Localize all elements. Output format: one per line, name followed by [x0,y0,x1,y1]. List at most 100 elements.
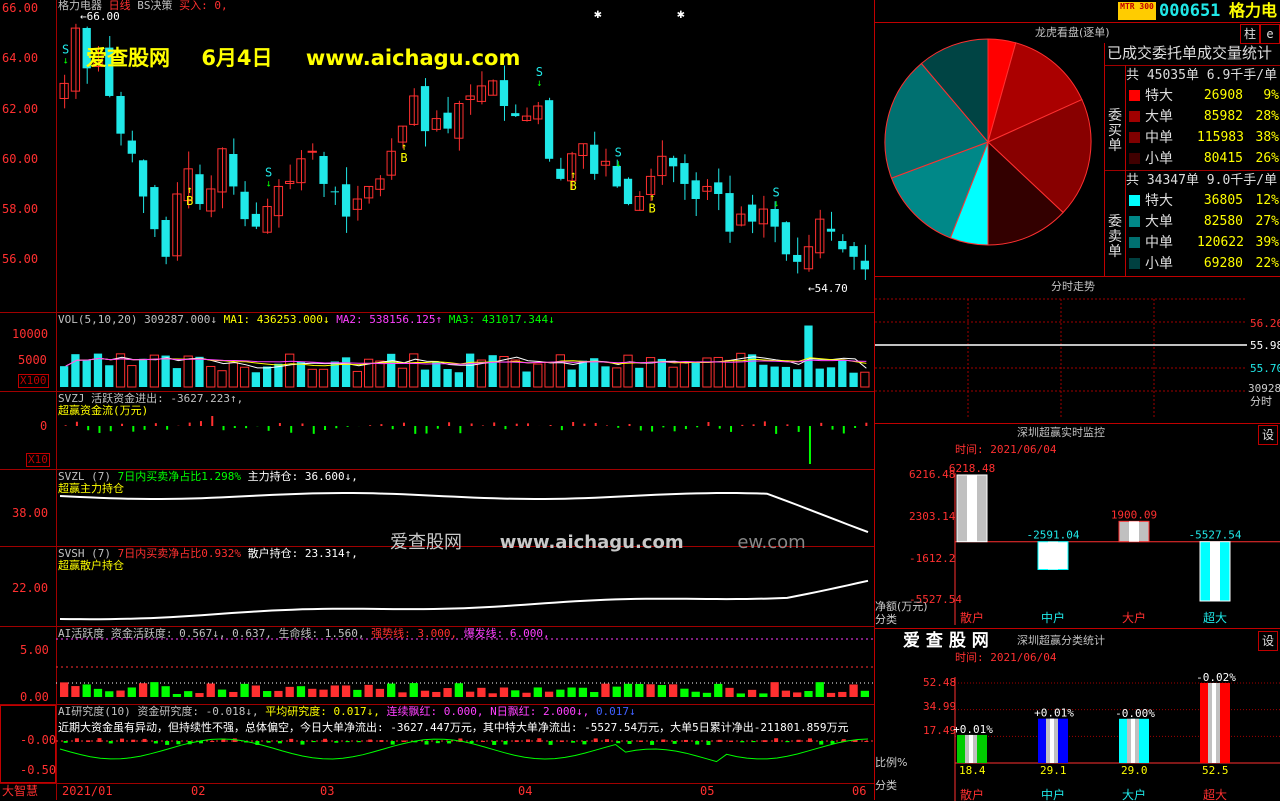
order-volume: 69280 [1197,256,1243,272]
candle-body [128,141,136,154]
order-percent: 38% [1245,130,1279,146]
main-holding-line [60,493,868,532]
flow-bar [685,426,687,429]
ai-activity-panel[interactable]: AI活跃度 资金活跃度: 0.567↓, 0.637, 生命线: 1.560, … [0,627,874,704]
sell-signal-icon: S [536,65,543,79]
research-bar [391,741,395,745]
volume-bar [443,369,451,387]
research-bar [785,741,789,742]
stats-settings-button[interactable]: 设 [1258,631,1278,651]
monitor-settings-button[interactable]: 设 [1258,425,1278,445]
vol-unit[interactable]: X100 [18,374,49,388]
activity-bar [849,684,857,697]
flow-bar [211,416,213,426]
research-bar [763,740,767,742]
order-row: 小单6928022% [1127,254,1279,274]
svzj-panel[interactable]: SVZJ 活跃资金进出: -3627.223↑, 超赢资金流(万元) 0 X10 [0,392,874,469]
order-type: 中单 [1145,130,1173,146]
candle-body [229,154,237,186]
research-bar [526,739,530,742]
date-label: 06 [852,785,866,797]
candle-body [319,156,327,184]
activity-bar [319,690,327,697]
research-bar [176,741,180,744]
flow-bar [561,426,563,430]
research-bar [346,741,350,742]
stock-title-bar: MTR 300 000651 格力电 [875,0,1280,23]
candle-body [804,247,812,269]
activity-bar [252,686,260,697]
intraday-panel[interactable]: 分时走势 56.26 55.98 55.70 30928 分时 [875,276,1280,424]
watermark-banner: 爱查股网 6月4日 www.aichagu.com [86,42,520,72]
activity-bar [782,691,790,697]
legend-swatch [1129,216,1140,227]
order-type: 中单 [1145,235,1173,251]
activity-bar [432,692,440,697]
research-bar [436,741,440,743]
activity-bar [827,693,835,697]
kline-panel[interactable]: 格力电器 日线 BS决策 买入: 0, 66.0064.0062.0060.00… [0,0,874,312]
candle-body [703,186,711,191]
research-bar [154,741,158,743]
svsh-panel[interactable]: SVSH (7) 7日内买卖净占比0.932% 散户持仓: 23.314↑, 超… [0,547,874,626]
research-bar [864,741,868,742]
flow-bar [369,425,371,426]
svsh-chart [56,547,876,626]
ai-axis-label: 0.00 [20,691,49,703]
volume-bar [579,361,587,387]
intraday-price-label: 55.70 [1250,363,1280,375]
activity-bar [545,692,553,697]
volume-bar [511,360,519,387]
candle-body [139,160,147,196]
legend-swatch [1129,195,1140,206]
stats-bar-value: 29.0 [1121,764,1148,777]
flow-bar [617,426,619,428]
flow-bar [189,423,191,426]
order-table: 已成交委托单成交量统计 共 45035单 6.9千手/单 委买单 特大26908… [1104,43,1280,276]
flow-bar [493,422,495,426]
monitor-category: 中户 [1041,610,1065,625]
stats-category: 中户 [1041,787,1065,801]
stats-category: 大户 [1122,787,1146,801]
sell-arrow-icon: ↓ [773,199,779,210]
ai-research-chart [56,705,876,783]
flow-bar [380,424,382,426]
sell-signal-icon: S [615,145,622,159]
activity-bar [861,691,869,697]
research-bar [278,741,282,743]
flow-bar [651,426,653,432]
candle-body [714,182,722,194]
min-price-value: 54.70 [815,282,848,295]
research-bar [289,739,293,742]
stats-bar-highlight [969,735,973,763]
flow-bar [324,426,326,430]
order-volume: 120622 [1197,235,1243,251]
research-bar [650,741,654,745]
buy-total: 共 45035单 6.9千手/单 [1126,68,1277,83]
order-row: 特大3680512% [1127,191,1279,211]
ai-research-panel[interactable]: AI研究度(10) 资金研究度: -0.018↓, 平均研究度: 0.017↓,… [0,705,874,783]
volume-bar [410,354,418,387]
candle-body [782,222,790,254]
volume-bar [658,359,666,387]
intraday-price-label: 56.26 [1250,318,1280,330]
order-pie-panel: 龙虎看盘(逐单) 已成交委托单成交量统计 共 45035单 6.9千手/单 委买… [875,23,1280,276]
flow-bar [843,426,845,433]
volume-bar [680,363,688,387]
svzj-unit[interactable]: X10 [26,453,50,467]
watermark-date: 6月4日 [201,46,272,70]
flow-bar [426,426,428,434]
stats-brand: 爱 查 股 网 [903,632,989,650]
volume-bar [173,368,181,387]
date-axis: 大智慧 2021/01 02 03 04 05 06 [0,784,874,800]
volume-chart [56,313,876,391]
air-axis-label: -0.00 [20,734,56,746]
svzl-panel[interactable]: SVZL (7) 7日内买卖净占比1.298% 主力持仓: 36.600↓, 超… [0,470,874,546]
order-type: 特大 [1145,193,1173,209]
flow-bar [110,426,112,431]
stats-bar-highlight [1050,719,1054,763]
volume-panel[interactable]: VOL(5,10,20) 309287.000↓ MA1: 436253.000… [0,313,874,391]
marker-star-icon: ✱ [594,9,602,21]
flow-bar [448,422,450,426]
volume-bar [297,362,305,387]
